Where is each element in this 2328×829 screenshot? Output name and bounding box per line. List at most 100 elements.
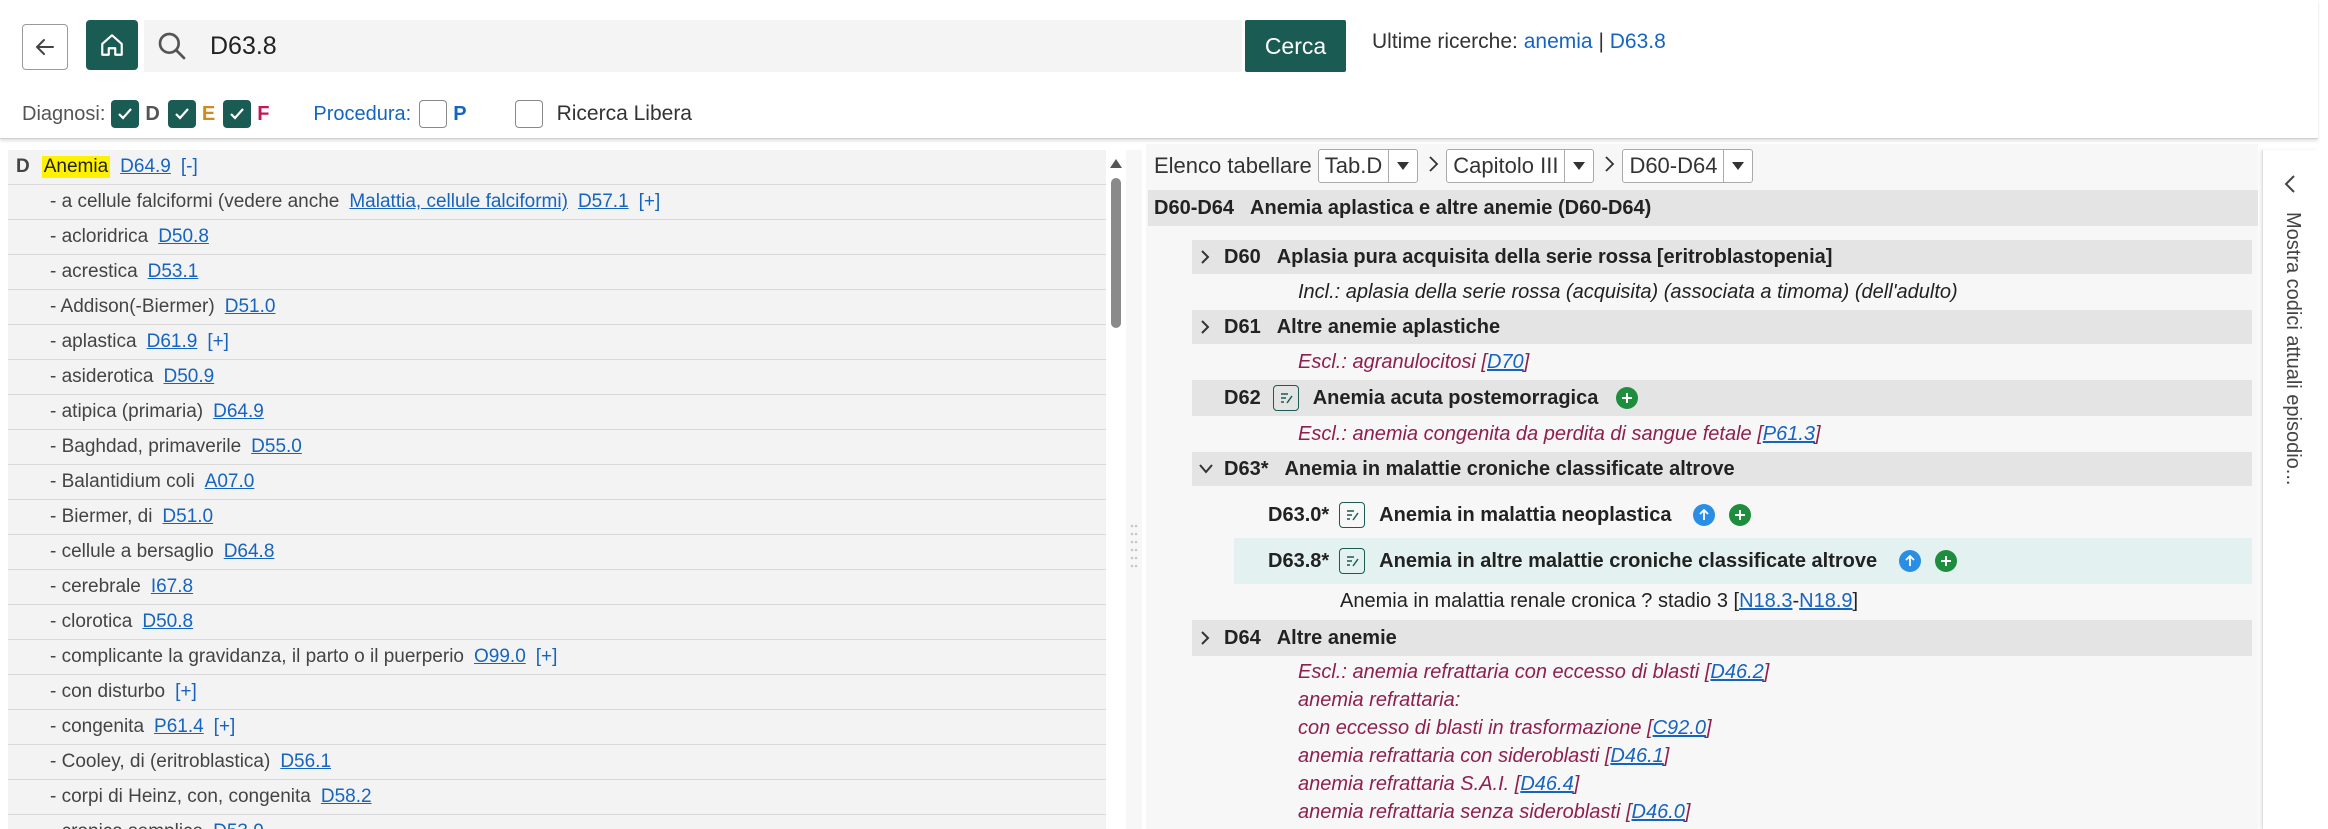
expand-toggle[interactable]: [+] bbox=[175, 681, 197, 703]
category-title: Altre anemie bbox=[1276, 626, 1397, 649]
recent-searches: Ultime ricerche: anemia | D63.8 bbox=[1372, 30, 1666, 54]
subcategory-code: D63.0* bbox=[1268, 503, 1330, 526]
code-link[interactable]: O99.0 bbox=[474, 646, 526, 668]
exclusion-note: Escl.: anemia congenita da perdita di sa… bbox=[1298, 418, 2258, 450]
subcategory-code: D63.8* bbox=[1268, 549, 1330, 572]
index-entry: - Cooley, di (eritroblastica) D56.1 bbox=[8, 745, 1106, 780]
recent-search-link[interactable]: D63.8 bbox=[1610, 30, 1666, 53]
search-input[interactable] bbox=[210, 28, 1210, 64]
chevron-right-icon[interactable] bbox=[1200, 319, 1212, 335]
code-link[interactable]: D51.0 bbox=[162, 506, 213, 528]
home-button[interactable] bbox=[86, 20, 138, 70]
exclusion-text: ] bbox=[1663, 744, 1670, 767]
index-entry-text: - aplastica bbox=[50, 331, 137, 352]
checkbox-p[interactable] bbox=[419, 100, 448, 128]
code-link[interactable]: P61.4 bbox=[154, 716, 204, 738]
breadcrumb-dropdown-tab[interactable]: Tab.D bbox=[1317, 149, 1419, 183]
checkbox-d[interactable] bbox=[111, 100, 140, 128]
category-row-d61[interactable]: D61 Altre anemie aplastiche bbox=[1192, 310, 2252, 344]
index-entry-text: - acloridrica bbox=[50, 226, 149, 247]
recent-search-link[interactable]: anemia bbox=[1524, 30, 1593, 53]
chevron-right-icon[interactable] bbox=[1200, 630, 1212, 646]
add-code-icon[interactable] bbox=[1729, 504, 1752, 526]
chevron-down-icon[interactable] bbox=[1198, 463, 1214, 475]
breadcrumb: Elenco tabellare Tab.D Capitolo III D60-… bbox=[1154, 148, 1754, 184]
code-link[interactable]: D46.4 bbox=[1520, 773, 1573, 796]
category-row-d60[interactable]: D60 Aplasia pura acquisita della serie r… bbox=[1192, 240, 2252, 274]
expand-toggle[interactable]: [+] bbox=[207, 331, 229, 353]
note-text: Anemia in malattia renale cronica ? stad… bbox=[1340, 589, 1740, 612]
code-link[interactable]: D61.9 bbox=[147, 331, 198, 353]
checkbox-ricerca-libera[interactable] bbox=[514, 100, 543, 128]
notes-icon[interactable] bbox=[1339, 548, 1366, 574]
breadcrumb-dropdown-chapter[interactable]: Capitolo III bbox=[1446, 149, 1595, 183]
checkbox-e[interactable] bbox=[167, 100, 196, 128]
category-row-d64[interactable]: D64 Altre anemie bbox=[1192, 620, 2252, 656]
code-link[interactable]: D50.9 bbox=[164, 366, 215, 388]
back-button[interactable] bbox=[22, 24, 68, 70]
code-link[interactable]: D46.0 bbox=[1632, 801, 1685, 824]
code-link[interactable]: D50.8 bbox=[142, 611, 193, 633]
category-title: Altre anemie aplastiche bbox=[1276, 315, 1501, 338]
index-entry: - cellule a bersaglio D64.8 bbox=[8, 535, 1106, 570]
filter-letter-d: D bbox=[145, 102, 160, 125]
index-entry-text: - congenita bbox=[50, 716, 145, 737]
code-link[interactable]: A07.0 bbox=[205, 471, 255, 493]
code-link[interactable]: P61.3 bbox=[1763, 423, 1815, 446]
code-link[interactable]: D58.2 bbox=[321, 786, 372, 808]
code-link[interactable]: N18.3 bbox=[1739, 590, 1792, 613]
breadcrumb-dropdown-block[interactable]: D60-D64 bbox=[1622, 149, 1754, 183]
index-entry-text: - asiderotica bbox=[50, 366, 154, 387]
code-link[interactable]: D50.8 bbox=[158, 226, 209, 248]
code-link[interactable]: D64.9 bbox=[213, 401, 264, 423]
category-title: Anemia in malattie croniche classificate… bbox=[1284, 457, 1735, 480]
notes-icon[interactable] bbox=[1272, 385, 1299, 411]
subcategory-row-d63-8[interactable]: D63.8* Anemia in altre malattie croniche… bbox=[1234, 538, 2252, 584]
index-entry: - Balantidium coli A07.0 bbox=[8, 465, 1106, 500]
cross-reference-link[interactable]: Malattia, cellule falciformi) bbox=[349, 191, 568, 213]
category-row-d63[interactable]: D63* Anemia in malattie croniche classif… bbox=[1192, 452, 2252, 486]
index-scrollbar[interactable] bbox=[1108, 150, 1124, 829]
chevron-right-icon bbox=[1428, 153, 1440, 179]
exclusion-text: ] bbox=[1573, 772, 1580, 795]
collapse-toggle[interactable]: [-] bbox=[181, 156, 198, 178]
expand-toggle[interactable]: [+] bbox=[214, 716, 236, 738]
code-link[interactable]: N18.9 bbox=[1799, 590, 1852, 613]
exclusion-text: ] bbox=[1684, 800, 1691, 823]
code-link[interactable]: D70 bbox=[1487, 351, 1524, 374]
check-icon bbox=[175, 108, 189, 120]
index-entry-text: - Biermer, di bbox=[50, 506, 153, 527]
expand-toggle[interactable]: [+] bbox=[639, 191, 661, 213]
code-link[interactable]: D64.8 bbox=[224, 541, 275, 563]
checkbox-f[interactable] bbox=[223, 100, 252, 128]
chevron-left-icon[interactable] bbox=[2283, 174, 2297, 194]
panel-splitter[interactable] bbox=[1126, 150, 1142, 829]
notes-icon[interactable] bbox=[1339, 502, 1366, 528]
chevron-right-icon[interactable] bbox=[1200, 249, 1212, 265]
index-list: - a cellule falciformi (vedere anche Mala… bbox=[8, 185, 1106, 829]
code-link[interactable]: D51.0 bbox=[225, 296, 276, 318]
code-link[interactable]: D46.1 bbox=[1610, 745, 1663, 768]
arrow-up-icon[interactable] bbox=[1899, 550, 1922, 572]
scrollbar-thumb[interactable] bbox=[1111, 178, 1121, 328]
code-link[interactable]: D57.1 bbox=[578, 191, 629, 213]
exclusion-note: anemia refrattaria senza sideroblasti [D… bbox=[1298, 798, 2258, 826]
code-link[interactable]: C92.0 bbox=[1653, 717, 1706, 740]
category-row-d62[interactable]: D62 Anemia acuta postemorragica bbox=[1192, 380, 2252, 416]
code-link[interactable]: D53.9 bbox=[213, 821, 264, 829]
add-code-icon[interactable] bbox=[1616, 387, 1639, 409]
code-link[interactable]: I67.8 bbox=[151, 576, 193, 598]
code-link[interactable]: D46.2 bbox=[1710, 661, 1763, 684]
subcategory-note: Anemia in malattia renale cronica ? stad… bbox=[1340, 584, 2258, 618]
code-link[interactable]: D56.1 bbox=[280, 751, 331, 773]
search-button[interactable]: Cerca bbox=[1245, 20, 1346, 72]
add-code-icon[interactable] bbox=[1935, 550, 1958, 572]
subcategory-row-d63-0[interactable]: D63.0* Anemia in malattia neoplastica bbox=[1236, 496, 2252, 534]
code-link[interactable]: D64.9 bbox=[120, 156, 171, 178]
expand-toggle[interactable]: [+] bbox=[536, 646, 558, 668]
arrow-up-icon[interactable] bbox=[1693, 504, 1716, 526]
code-link[interactable]: D53.1 bbox=[148, 261, 199, 283]
code-link[interactable]: D55.0 bbox=[251, 436, 302, 458]
scroll-up-icon[interactable] bbox=[1108, 156, 1124, 170]
current-codes-side-tab[interactable]: Mostra codici attuali episodio... bbox=[2262, 150, 2319, 829]
